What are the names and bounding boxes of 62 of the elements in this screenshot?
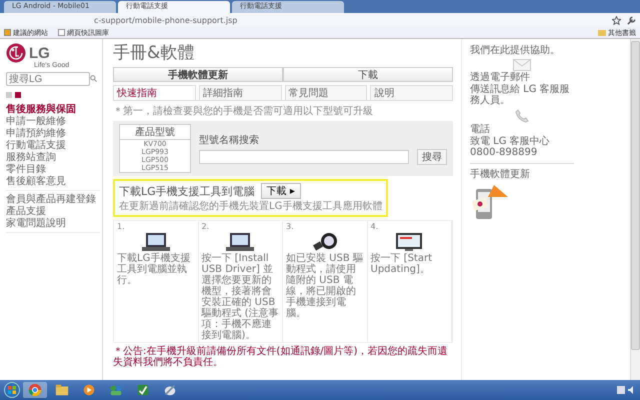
step-text: 按一下 [Install USB Driver] 並選擇您要更新的機型，接著將會安裝正確的 USB 驅動程式 (注意事項：手機不應連接到電腦)。 [202, 253, 279, 341]
step-number: 4. [370, 222, 380, 231]
chat-icon [109, 383, 123, 397]
guide-tab[interactable]: 說明 [370, 85, 453, 100]
guide-tab[interactable]: 快速指南 [113, 85, 196, 100]
page-title: 手冊&軟體 [113, 42, 196, 64]
update-title: 手機軟體更新 [470, 169, 531, 180]
laptop-icon [225, 232, 256, 252]
sidebar-link[interactable]: 申請一般維修 [6, 116, 100, 128]
download-heading: 下載LG手機支援工具到電腦 [119, 184, 255, 198]
sidebar-link[interactable]: 服務站查詢 [6, 152, 100, 164]
search-field[interactable]: 搜尋LG [6, 72, 90, 86]
browser-icon [28, 383, 42, 397]
volume-icon[interactable] [628, 386, 636, 394]
list-header: 產品型號 [120, 125, 190, 140]
guide-tab[interactable]: 常見問題 [284, 85, 368, 100]
folder-icon [55, 383, 69, 397]
page-icon [58, 29, 65, 36]
guide-tab[interactable]: 詳細指南 [198, 85, 282, 100]
sidebar-link[interactable]: 售後服務與保固 [6, 104, 100, 116]
section-button[interactable]: 下載 [283, 67, 453, 82]
step-number: 2. [202, 222, 210, 231]
phone-icon[interactable] [515, 109, 529, 123]
search-button[interactable]: 搜尋 [417, 148, 447, 164]
checkmark-app-icon [136, 383, 150, 397]
logo-text: LG [29, 44, 50, 62]
step-number: 3. [286, 222, 295, 231]
help-heading: 我們在此提供協助。 [470, 45, 561, 56]
contact-title[interactable]: 透過電子郵件 [470, 72, 574, 83]
sidebar-link[interactable]: 零件目錄 [6, 164, 100, 176]
folder-icon [598, 29, 606, 36]
search-icon[interactable] [90, 75, 97, 82]
media-player-icon [82, 383, 96, 397]
model-search-field[interactable] [199, 150, 409, 164]
star-icon[interactable] [612, 16, 621, 24]
step-text: 如已安裝 USB 驅動程式，請使用隨附的 USB 電線，將已開啟的手機連接到電腦。 [286, 253, 364, 319]
wrench-icon[interactable] [627, 16, 636, 24]
sidebar-link[interactable]: 行動電話支援 [6, 140, 100, 152]
contact-text: 致電 LG 客服中心 0800-898899 [470, 136, 551, 158]
field-label: 型號名稱搜索 [199, 134, 260, 146]
sidebar-link[interactable]: 售後顧客意見 [6, 176, 100, 188]
footnote: ＊公告:在手機升級前請備份所有文件(如通訊錄/圖片等)，若因您的疏失而遺失資料我們將不負責任。 [113, 346, 449, 368]
laptop-icon [140, 232, 171, 252]
lg-logo-icon [6, 43, 26, 63]
download-description: 在更新過前請確認您的手機先裝置LG手機支援工具應用軟體 [119, 201, 382, 212]
section-button[interactable]: 手機軟體更新 [113, 67, 283, 82]
sidebar-link[interactable]: 申請預約維修 [6, 128, 100, 140]
step-text: 按一下 [Start Updating]。 [370, 253, 434, 275]
contact-text: 傳送訊息給 LG 客服服務人員。 [470, 84, 571, 106]
start-button-icon[interactable] [4, 382, 20, 398]
download-button[interactable]: 下載 ▸ [260, 183, 301, 199]
step-text: 下載LG手機支援工具到電腦並執行。 [117, 253, 192, 286]
sidebar-link[interactable]: 產品支援 [6, 206, 100, 218]
instruction-note: ＊第一，請檢查要與您的手機是否需可適用以下型號可升級 [113, 104, 374, 118]
step-number: 1. [117, 222, 126, 231]
sidebar-link[interactable]: 會員與產品再建登錄 [6, 194, 100, 206]
scrollbar-thumb[interactable] [631, 41, 640, 350]
phone-update-drawing[interactable] [470, 183, 510, 221]
contact-title[interactable]: 電話 [470, 124, 574, 135]
sidebar-link[interactable]: 家電問題說明 [6, 218, 100, 230]
taskbar-app-button[interactable] [23, 382, 47, 398]
monitor-icon [394, 232, 424, 252]
